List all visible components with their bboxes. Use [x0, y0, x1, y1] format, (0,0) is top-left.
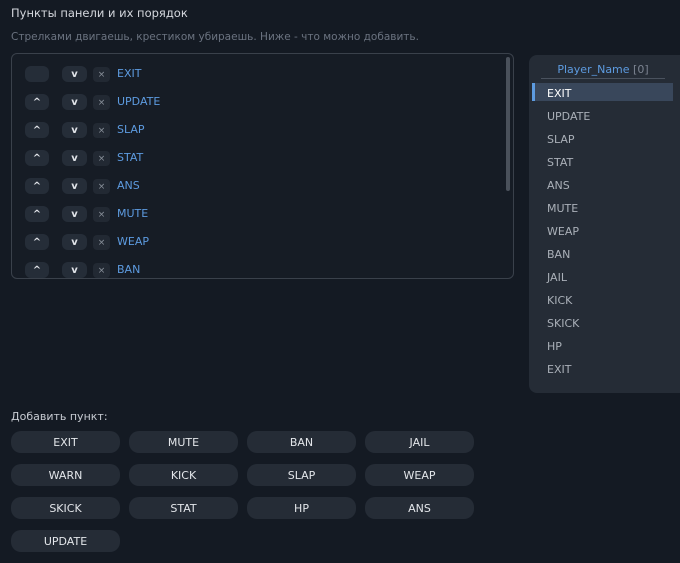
preview-item[interactable]: EXIT — [547, 363, 571, 376]
remove-button[interactable]: × — [93, 67, 110, 82]
move-up-button[interactable] — [25, 66, 49, 82]
preview-item[interactable]: STAT — [547, 156, 573, 169]
panel-preview: Player_Name [0] EXIT UPDATE SLAP STAT AN… — [529, 55, 680, 393]
preview-item[interactable]: SLAP — [547, 133, 575, 146]
move-up-button[interactable]: ^ — [25, 150, 49, 166]
move-down-button[interactable]: v — [62, 122, 87, 138]
order-row-weap: ^ v × WEAP — [12, 234, 492, 254]
order-list-scrollbar[interactable] — [506, 57, 510, 191]
order-row-ans: ^ v × ANS — [12, 178, 492, 198]
preview-item[interactable]: JAIL — [547, 271, 567, 284]
preview-item[interactable]: SKICK — [547, 317, 579, 330]
remove-button[interactable]: × — [93, 123, 110, 138]
add-stat-button[interactable]: STAT — [129, 497, 238, 519]
player-name: Player_Name — [557, 63, 630, 76]
preview-item[interactable]: MUTE — [547, 202, 578, 215]
add-mute-button[interactable]: MUTE — [129, 431, 238, 453]
order-item-label: UPDATE — [117, 95, 161, 108]
preview-header: Player_Name [0] — [541, 63, 665, 79]
preview-item[interactable]: WEAP — [547, 225, 579, 238]
add-weap-button[interactable]: WEAP — [365, 464, 474, 486]
order-row-exit: v × EXIT — [12, 66, 492, 86]
order-row-stat: ^ v × STAT — [12, 150, 492, 170]
order-item-label: MUTE — [117, 207, 149, 220]
order-row-mute: ^ v × MUTE — [12, 206, 492, 226]
remove-button[interactable]: × — [93, 263, 110, 278]
move-down-button[interactable]: v — [62, 262, 87, 278]
move-up-button[interactable]: ^ — [25, 178, 49, 194]
add-skick-button[interactable]: SKICK — [11, 497, 120, 519]
remove-button[interactable]: × — [93, 207, 110, 222]
remove-button[interactable]: × — [93, 235, 110, 250]
move-up-button[interactable]: ^ — [25, 94, 49, 110]
add-exit-button[interactable]: EXIT — [11, 431, 120, 453]
order-row-update: ^ v × UPDATE — [12, 94, 492, 114]
panel-title: Пункты панели и их порядок — [11, 6, 188, 20]
move-up-button[interactable]: ^ — [25, 206, 49, 222]
move-up-button[interactable]: ^ — [25, 122, 49, 138]
remove-button[interactable]: × — [93, 151, 110, 166]
player-id: [0] — [633, 63, 649, 76]
move-down-button[interactable]: v — [62, 66, 87, 82]
move-down-button[interactable]: v — [62, 206, 87, 222]
preview-item[interactable]: ANS — [547, 179, 570, 192]
move-up-button[interactable]: ^ — [25, 234, 49, 250]
order-item-label: BAN — [117, 263, 141, 276]
move-down-button[interactable]: v — [62, 150, 87, 166]
add-hp-button[interactable]: HP — [247, 497, 356, 519]
preview-item[interactable]: BAN — [547, 248, 570, 261]
add-section-label: Добавить пункт: — [11, 410, 108, 423]
add-slap-button[interactable]: SLAP — [247, 464, 356, 486]
remove-button[interactable]: × — [93, 179, 110, 194]
order-item-label: WEAP — [117, 235, 149, 248]
order-row-slap: ^ v × SLAP — [12, 122, 492, 142]
move-down-button[interactable]: v — [62, 234, 87, 250]
preview-item[interactable]: EXIT — [547, 87, 571, 100]
move-down-button[interactable]: v — [62, 94, 87, 110]
preview-item[interactable]: KICK — [547, 294, 572, 307]
order-item-label: SLAP — [117, 123, 145, 136]
preview-item[interactable]: UPDATE — [547, 110, 590, 123]
add-ban-button[interactable]: BAN — [247, 431, 356, 453]
order-list[interactable]: v × EXIT ^ v × UPDATE ^ v × SLAP ^ v × S… — [11, 53, 514, 279]
order-row-ban: ^ v × BAN — [12, 262, 492, 278]
preview-item[interactable]: HP — [547, 340, 562, 353]
add-warn-button[interactable]: WARN — [11, 464, 120, 486]
remove-button[interactable]: × — [93, 95, 110, 110]
add-update-button[interactable]: UPDATE — [11, 530, 120, 552]
move-up-button[interactable]: ^ — [25, 262, 49, 278]
add-ans-button[interactable]: ANS — [365, 497, 474, 519]
order-item-label: ANS — [117, 179, 140, 192]
order-item-label: STAT — [117, 151, 144, 164]
add-kick-button[interactable]: KICK — [129, 464, 238, 486]
panel-hint: Стрелками двигаешь, крестиком убираешь. … — [11, 31, 419, 43]
add-jail-button[interactable]: JAIL — [365, 431, 474, 453]
move-down-button[interactable]: v — [62, 178, 87, 194]
order-item-label: EXIT — [117, 67, 142, 80]
